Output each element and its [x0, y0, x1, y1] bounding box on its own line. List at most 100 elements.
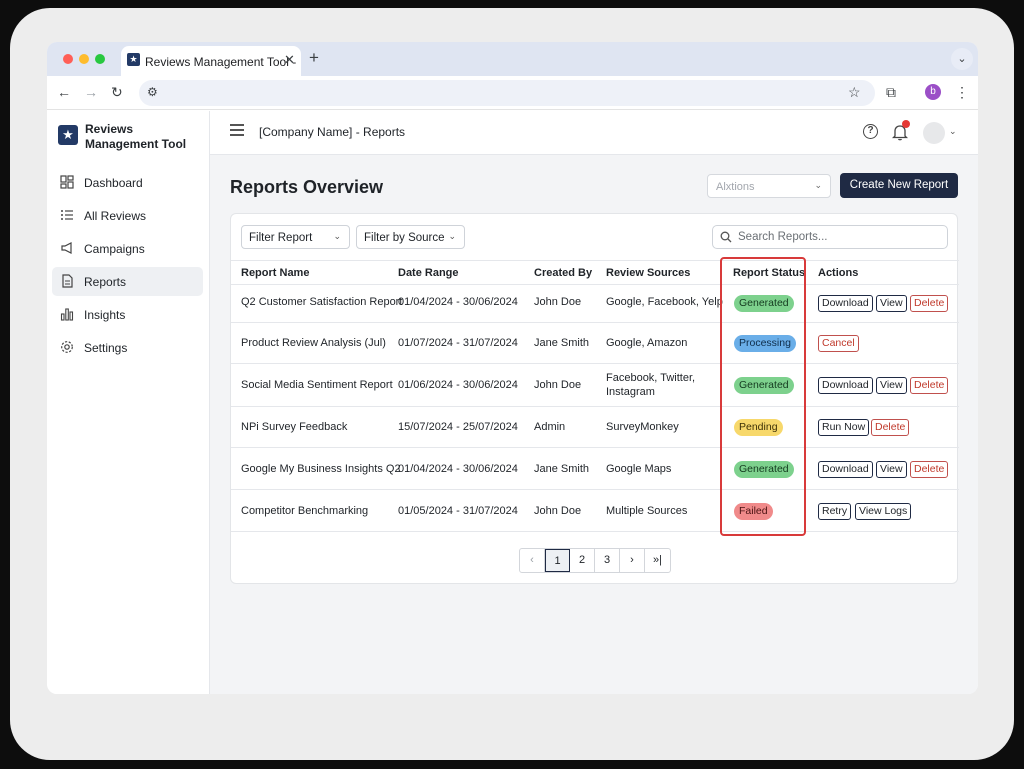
next-page-button[interactable]: › — [620, 549, 645, 572]
created-by: John Doe — [534, 505, 582, 517]
bar-chart-icon — [60, 308, 74, 321]
forward-icon[interactable]: → — [84, 84, 98, 100]
created-by: Jane Smith — [534, 463, 590, 475]
view-logs-button[interactable]: View Logs — [855, 503, 912, 520]
filter-report-dropdown[interactable]: Filter Report ⌄ — [241, 225, 350, 249]
breadcrumb: [Company Name] - Reports — [259, 125, 406, 139]
browser-window: ★ Reviews Management Tool - ✕ + ⌄ ← → ↻ … — [47, 42, 978, 694]
table-header: Report Name Date Range Created By Review… — [231, 260, 959, 285]
tab-close-icon[interactable]: ✕ — [284, 52, 295, 68]
sidebar-item-campaigns[interactable]: Campaigns — [52, 234, 203, 263]
last-page-button[interactable]: »| — [645, 549, 670, 572]
app-root: ★ Reviews Management Tool Dashboard All … — [47, 111, 978, 694]
browser-toolbar: ← → ↻ ⚙ ☆ ⧉ b ⋮ — [47, 76, 978, 110]
close-window-dot[interactable] — [63, 54, 73, 64]
review-sources: Google, Facebook, Yelp — [606, 296, 723, 308]
delete-button[interactable]: Delete — [871, 419, 910, 436]
extensions-icon[interactable]: ⧉ — [886, 84, 896, 101]
date-range: 01/05/2024 - 31/07/2024 — [398, 505, 518, 517]
chevron-down-icon[interactable]: ⌄ — [949, 126, 957, 137]
sidebar-item-insights[interactable]: Insights — [52, 300, 203, 329]
browser-tab[interactable]: ★ Reviews Management Tool - ✕ — [121, 46, 301, 76]
review-sources: SurveyMonkey — [606, 421, 679, 433]
filter-source-label: Filter by Source — [364, 232, 445, 244]
kebab-menu-icon[interactable]: ⋮ — [955, 84, 969, 101]
table-row: Competitor Benchmarking 01/05/2024 - 31/… — [231, 490, 959, 532]
brand-name: Reviews Management Tool — [85, 122, 187, 151]
report-name[interactable]: Q2 Customer Satisfaction Report — [241, 296, 402, 308]
table-row: Google My Business Insights Q2 01/04/202… — [231, 448, 959, 490]
download-button[interactable]: Download — [818, 377, 873, 394]
actions-dropdown[interactable]: Alxtions ⌄ — [707, 174, 831, 198]
minimize-window-dot[interactable] — [79, 54, 89, 64]
search-input[interactable] — [738, 229, 938, 245]
tab-strip: ★ Reviews Management Tool - ✕ + ⌄ — [47, 42, 978, 76]
document-icon — [62, 274, 73, 288]
report-name[interactable]: Product Review Analysis (Jul) — [241, 337, 386, 349]
help-icon[interactable]: ? — [863, 124, 878, 139]
create-new-report-button[interactable]: Create New Report — [840, 173, 958, 198]
sidebar-item-settings[interactable]: Settings — [52, 333, 203, 362]
created-by: Admin — [534, 421, 566, 433]
status-badge: Generated — [734, 295, 794, 312]
download-button[interactable]: Download — [818, 295, 873, 312]
cancel-button[interactable]: Cancel — [818, 335, 859, 352]
profile-avatar[interactable]: b — [925, 84, 941, 100]
delete-button[interactable]: Delete — [910, 295, 949, 312]
review-sources: Google Maps — [606, 463, 672, 475]
page-button-3[interactable]: 3 — [595, 549, 620, 572]
gear-icon — [61, 341, 73, 353]
report-name[interactable]: Competitor Benchmarking — [241, 505, 368, 517]
actions-dropdown-value: Alxtions — [716, 181, 755, 193]
report-name[interactable]: Social Media Sentiment Report — [241, 379, 393, 391]
view-button[interactable]: View — [876, 295, 907, 312]
reports-card: Filter Report ⌄ Filter by Source ⌄ Repor… — [230, 213, 959, 584]
download-button[interactable]: Download — [818, 461, 873, 478]
tab-favicon-star-icon: ★ — [127, 53, 140, 66]
report-name[interactable]: Google My Business Insights Q2 — [241, 463, 401, 475]
reload-icon[interactable]: ↻ — [111, 84, 123, 101]
column-header-report-status[interactable]: Report Status — [733, 267, 805, 279]
sidebar-item-all-reviews[interactable]: All Reviews — [52, 201, 203, 230]
brand-star-icon: ★ — [58, 125, 78, 145]
retry-button[interactable]: Retry — [818, 503, 852, 520]
page-title: Reports Overview — [230, 177, 384, 197]
report-name[interactable]: NPi Survey Feedback — [241, 421, 347, 433]
filter-source-dropdown[interactable]: Filter by Source ⌄ — [356, 225, 465, 249]
column-header-actions: Actions — [818, 267, 859, 279]
run-now-button[interactable]: Run Now — [818, 419, 870, 436]
column-header-review-sources[interactable]: Review Sources — [606, 267, 690, 279]
page-button-2[interactable]: 2 — [570, 549, 595, 572]
status-badge: Failed — [734, 503, 773, 520]
new-tab-icon[interactable]: + — [309, 48, 319, 68]
column-header-date-range[interactable]: Date Range — [398, 267, 459, 279]
maximize-window-dot[interactable] — [95, 54, 105, 64]
notification-dot — [902, 120, 910, 128]
sidebar-item-reports[interactable]: Reports — [52, 267, 203, 296]
sidebar-item-label: Dashboard — [84, 176, 143, 190]
delete-button[interactable]: Delete — [910, 461, 949, 478]
table-row: Social Media Sentiment Report 01/06/2024… — [231, 364, 959, 407]
review-sources: Google, Amazon — [606, 337, 688, 349]
view-button[interactable]: View — [876, 377, 907, 394]
chevron-down-icon: ⌄ — [448, 231, 456, 241]
sidebar-item-dashboard[interactable]: Dashboard — [52, 168, 203, 197]
address-bar[interactable]: ⚙ — [139, 80, 875, 106]
prev-page-button[interactable]: ‹ — [520, 549, 545, 572]
delete-button[interactable]: Delete — [910, 377, 949, 394]
page-button-1[interactable]: 1 — [545, 549, 570, 572]
avatar[interactable] — [923, 122, 945, 144]
site-settings-icon[interactable]: ⚙ — [147, 85, 158, 99]
column-header-report-name[interactable]: Report Name — [241, 267, 309, 279]
hamburger-menu-icon[interactable] — [230, 124, 244, 136]
view-button[interactable]: View — [876, 461, 907, 478]
tab-search-chevron-icon[interactable]: ⌄ — [951, 48, 973, 70]
notification-bell-icon[interactable] — [891, 120, 910, 141]
megaphone-icon — [61, 242, 72, 254]
sidebar-item-label: Settings — [84, 341, 128, 355]
bookmark-star-icon[interactable]: ☆ — [848, 84, 861, 101]
back-icon[interactable]: ← — [57, 84, 71, 100]
sidebar-item-label: Insights — [84, 308, 126, 322]
column-header-created-by[interactable]: Created By — [534, 267, 592, 279]
pagination: ‹ 1 2 3 › »| — [519, 548, 671, 573]
